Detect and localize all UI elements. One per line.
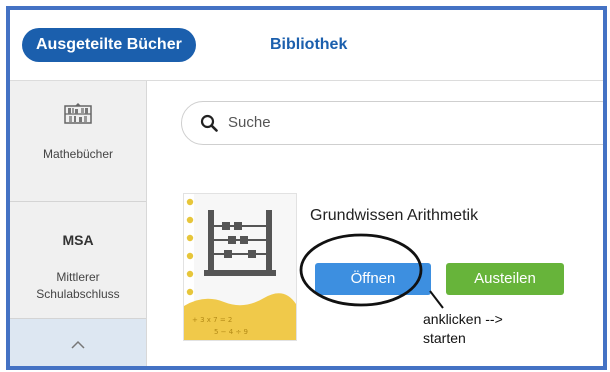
bookshelf-icon	[64, 103, 92, 124]
sidebar: Mathebücher MSA Mittlerer Schulabschluss	[10, 81, 147, 366]
sidebar-item-math-books[interactable]: Mathebücher	[10, 81, 146, 202]
sidebar-item-label: Mathebücher	[42, 147, 114, 161]
search-placeholder: Suche	[228, 114, 271, 131]
sidebar-item-label-line2: Schulabschluss	[36, 287, 120, 301]
search-icon	[200, 114, 218, 132]
tab-lent-books[interactable]: Ausgeteilte Bücher	[22, 28, 196, 62]
sidebar-item-abbr: MSA	[62, 232, 94, 248]
annotation-note: anklicken --> starten	[423, 310, 503, 348]
sidebar-item-msa[interactable]: MSA Mittlerer Schulabschluss	[10, 202, 146, 319]
svg-text:5 − 4 ÷ 9: 5 − 4 ÷ 9	[214, 328, 248, 336]
annotation-note-line2: starten	[423, 330, 466, 346]
book-title: Grundwissen Arithmetik	[310, 207, 479, 224]
app-window: Ausgeteilte Bücher Bibliothek Mathebüche…	[6, 6, 607, 370]
top-navigation: Ausgeteilte Bücher Bibliothek	[10, 10, 603, 81]
sidebar-item-label-line1: Mittlerer	[56, 270, 100, 284]
sidebar-item-selected[interactable]	[10, 319, 146, 366]
tab-library[interactable]: Bibliothek	[270, 28, 347, 62]
main-content: Suche + 3 x 7 = 2 5 − 4 ÷ 9 Grundwissen …	[147, 81, 603, 366]
svg-text:+ 3 x 7 = 2: + 3 x 7 = 2	[192, 316, 232, 324]
lend-button[interactable]: Austeilen	[446, 263, 564, 295]
search-field[interactable]: Suche	[181, 101, 603, 145]
book-cover[interactable]: + 3 x 7 = 2 5 − 4 ÷ 9	[183, 193, 297, 341]
open-button[interactable]: Öffnen	[315, 263, 431, 295]
abacus-icon: + 3 x 7 = 2 5 − 4 ÷ 9	[184, 194, 296, 340]
chevron-up-icon	[71, 340, 85, 349]
annotation-note-line1: anklicken -->	[423, 311, 503, 327]
